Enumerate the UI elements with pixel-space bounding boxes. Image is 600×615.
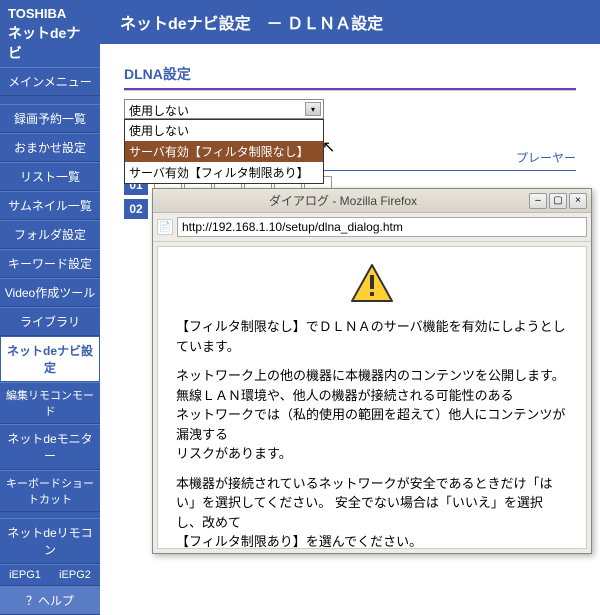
select-value: 使用しない (129, 104, 189, 118)
brand-product: ネットdeナビ (8, 23, 92, 63)
nav-help[interactable]: ？ヘルプ (0, 586, 100, 615)
nav-netdemonitor[interactable]: ネットdeモニター (0, 424, 100, 470)
nav-edit-remote[interactable]: 編集リモコンモード (0, 382, 100, 424)
dialog-title: ダイアログ - Mozilla Firefox (157, 192, 529, 209)
section-title: DLNA設定 (124, 64, 576, 84)
sidebar: TOSHIBA ネットdeナビ メインメニュー 録画予約一覧 おまかせ設定 リス… (0, 0, 100, 557)
option-no-filter[interactable]: サーバ有効【フィルタ制限なし】 (125, 141, 323, 162)
close-button[interactable]: × (569, 193, 587, 209)
nav-library[interactable]: ライブラリ (0, 307, 100, 336)
nav-thumbnail[interactable]: サムネイル一覧 (0, 191, 100, 220)
dialog-body: 【フィルタ制限なし】でＤＬＮＡのサーバ機能を有効にしようとしています。 ネットワ… (157, 246, 587, 549)
row-index: 02 (124, 199, 148, 219)
nav-iepg2[interactable]: iEPG2 (50, 564, 100, 586)
col-player: プレーヤー (456, 149, 576, 166)
page-title: ネットdeナビ設定 － ＤＬＮＡ設定 (100, 0, 600, 44)
confirm-dialog: ダイアログ - Mozilla Firefox – ▢ × 📄 【フィルタ制限な… (152, 188, 592, 554)
select-dropdown: 使用しない サーバ有効【フィルタ制限なし】 サーバ有効【フィルタ制限あり】 (124, 119, 324, 184)
nav-omakase[interactable]: おまかせ設定 (0, 133, 100, 162)
dialog-titlebar[interactable]: ダイアログ - Mozilla Firefox – ▢ × (153, 189, 591, 213)
dialog-p2: ネットワーク上の他の機器に本機器内のコンテンツを公開します。 無線ＬＡＮ環境や、… (176, 366, 568, 464)
maximize-button[interactable]: ▢ (549, 193, 567, 209)
nav-iepg1[interactable]: iEPG1 (0, 564, 50, 586)
nav-keyword[interactable]: キーワード設定 (0, 249, 100, 278)
select-display[interactable]: 使用しない ▾ (124, 99, 324, 119)
url-bar: 📄 (153, 213, 591, 242)
nav-video-tool[interactable]: Video作成ツール (0, 278, 100, 307)
nav-netdenavi-settings[interactable]: ネットdeナビ設定 (0, 336, 100, 382)
dialog-p3: 本機器が接続されているネットワークが安全であるときだけ「はい」を選択してください… (176, 474, 568, 550)
chevron-down-icon[interactable]: ▾ (305, 102, 321, 116)
page-icon: 📄 (157, 219, 173, 235)
nav-keyboard-shortcut[interactable]: キーボードショートカット (0, 470, 100, 512)
minimize-button[interactable]: – (529, 193, 547, 209)
cursor-icon: ↖ (322, 137, 335, 157)
nav-folder[interactable]: フォルダ設定 (0, 220, 100, 249)
brand: TOSHIBA ネットdeナビ (0, 0, 100, 67)
dialog-p1: 【フィルタ制限なし】でＤＬＮＡのサーバ機能を有効にしようとしています。 (176, 317, 568, 356)
nav-main-menu[interactable]: メインメニュー (0, 67, 100, 96)
nav-recording-list[interactable]: 録画予約一覧 (0, 104, 100, 133)
brand-name: TOSHIBA (8, 6, 92, 21)
option-with-filter[interactable]: サーバ有効【フィルタ制限あり】 (125, 162, 323, 183)
nav-list[interactable]: リスト一覧 (0, 162, 100, 191)
url-input[interactable] (177, 217, 587, 237)
nav-netderemote[interactable]: ネットdeリモコン (0, 518, 100, 564)
dlna-mode-select[interactable]: 使用しない ▾ 使用しない サーバ有効【フィルタ制限なし】 サーバ有効【フィルタ… (124, 99, 324, 119)
warning-icon (350, 263, 394, 303)
option-disabled[interactable]: 使用しない (125, 120, 323, 141)
